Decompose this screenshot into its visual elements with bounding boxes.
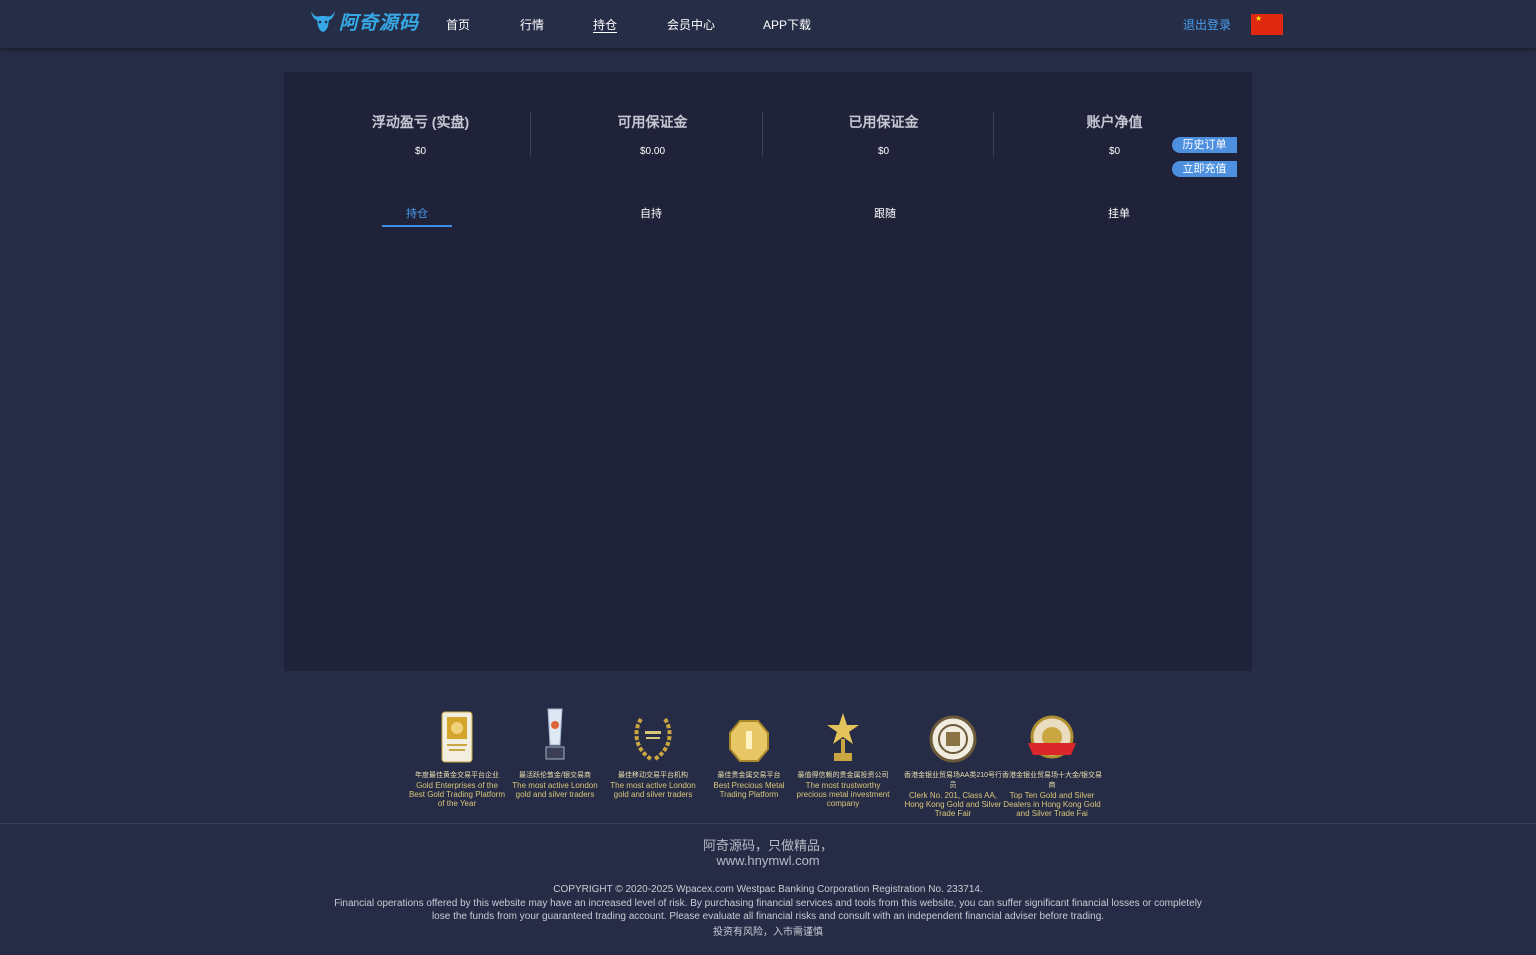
logout-link[interactable]: 退出登录 bbox=[1183, 16, 1231, 33]
award-title-cn: 香港金银业贸易场十大金/银交易商 bbox=[1002, 772, 1102, 789]
award-title-en: Top Ten Gold and Silver Dealers in Hong … bbox=[1003, 791, 1101, 818]
stat-label: 浮动盈亏 (实盘) bbox=[371, 114, 470, 130]
award-item: 最活跃伦敦金/银交易商 The most active London gold … bbox=[505, 705, 605, 799]
stat-value: $0.00 bbox=[639, 146, 666, 157]
footer-disclaimer: Financial operations offered by this web… bbox=[334, 898, 1202, 922]
stat-divider bbox=[993, 112, 994, 157]
star-trophy-icon bbox=[793, 705, 893, 763]
award-title-en: Clerk No. 201, Class AA, Hong Kong Gold … bbox=[904, 791, 1002, 818]
stat-label: 已用保证金 bbox=[848, 114, 919, 130]
red-ribbon-seal-icon bbox=[1002, 705, 1102, 763]
award-title-cn: 最活跃伦敦金/银交易商 bbox=[519, 772, 591, 779]
nav-app-download[interactable]: APP下载 bbox=[763, 16, 811, 33]
footer-slogan: 阿奇源码，只做精品， bbox=[702, 838, 833, 853]
stat-floating-pnl: 浮动盈亏 (实盘) $0 bbox=[305, 112, 536, 158]
tab-follow[interactable]: 跟随 bbox=[825, 205, 945, 221]
stat-divider bbox=[530, 112, 531, 157]
logo[interactable]: 阿奇源码 bbox=[309, 6, 419, 36]
award-title-cn: 最佳移动交易平台机构 bbox=[618, 772, 688, 779]
stat-used-margin: 已用保证金 $0 bbox=[768, 112, 999, 158]
crystal-trophy-icon bbox=[505, 705, 605, 763]
award-title-en: The most trustworthy precious metal inve… bbox=[796, 781, 890, 808]
tab-self-hold[interactable]: 自持 bbox=[591, 205, 711, 221]
awards-section: 年度最佳黄金交易平台企业 Gold Enterprises of the Bes… bbox=[0, 687, 1536, 824]
positions-panel: 浮动盈亏 (实盘) $0 可用保证金 $0.00 已用保证金 $0 账户净值 $… bbox=[284, 72, 1252, 671]
gold-plaque-icon bbox=[407, 705, 507, 763]
china-flag-icon[interactable]: ★ bbox=[1251, 14, 1283, 35]
nav-positions[interactable]: 持仓 bbox=[593, 16, 617, 33]
footer-risk-warning: 投资有风险，入市需谨慎 bbox=[713, 927, 823, 938]
laurel-wreath-icon bbox=[603, 705, 703, 763]
flag-star-icon: ★ bbox=[1255, 14, 1263, 23]
award-title-en: The most active London gold and silver t… bbox=[512, 781, 598, 799]
award-item: 香港金银业贸易场AA类210号行员 Clerk No. 201, Class A… bbox=[903, 705, 1003, 818]
stat-label: 账户净值 bbox=[1086, 114, 1143, 130]
footer-site-url[interactable]: www.hnymwl.com bbox=[0, 853, 1536, 868]
nav-market[interactable]: 行情 bbox=[520, 16, 544, 33]
footer-copyright: COPYRIGHT © 2020-2025 Wpacex.com Westpac… bbox=[553, 884, 983, 895]
award-item: 最值得信赖的贵金属投资公司 The most trustworthy preci… bbox=[793, 705, 893, 808]
bull-icon bbox=[311, 11, 335, 32]
seal-emblem-icon bbox=[903, 705, 1003, 763]
award-title-en: The most active London gold and silver t… bbox=[610, 781, 696, 799]
award-title-cn: 最佳贵金属交易平台 bbox=[717, 772, 781, 779]
award-title-cn: 最值得信赖的贵金属投资公司 bbox=[797, 772, 889, 779]
tab-positions[interactable]: 持仓 bbox=[357, 205, 477, 221]
stat-value: $0 bbox=[877, 146, 890, 157]
gold-medal-icon bbox=[699, 705, 799, 763]
nav-home[interactable]: 首页 bbox=[446, 16, 470, 33]
stat-divider bbox=[762, 112, 763, 157]
award-title-cn: 香港金银业贸易场AA类210号行员 bbox=[903, 772, 1003, 789]
deposit-now-button[interactable]: 立即充值 bbox=[1172, 161, 1237, 177]
award-item: 香港金银业贸易场十大金/银交易商 Top Ten Gold and Silver… bbox=[1002, 705, 1102, 818]
award-item: 年度最佳黄金交易平台企业 Gold Enterprises of the Bes… bbox=[407, 705, 507, 808]
stat-label: 可用保证金 bbox=[617, 114, 688, 130]
award-item: 最佳贵金属交易平台 Best Precious Metal Trading Pl… bbox=[699, 705, 799, 799]
award-title-en: Best Precious Metal Trading Platform bbox=[713, 781, 785, 799]
award-title-en: Gold Enterprises of the Best Gold Tradin… bbox=[408, 781, 506, 808]
active-tab-indicator bbox=[382, 225, 452, 227]
history-orders-button[interactable]: 历史订单 bbox=[1172, 137, 1237, 153]
footer: 阿奇源码，只做精品， www.hnymwl.com COPYRIGHT © 20… bbox=[0, 825, 1536, 955]
nav-member-center[interactable]: 会员中心 bbox=[667, 16, 715, 33]
award-title-cn: 年度最佳黄金交易平台企业 bbox=[415, 772, 499, 779]
stat-value: $0 bbox=[414, 146, 427, 157]
stat-available-margin: 可用保证金 $0.00 bbox=[537, 112, 768, 158]
logo-text: 阿奇源码 bbox=[339, 11, 420, 34]
tab-pending[interactable]: 挂单 bbox=[1059, 205, 1179, 221]
award-item: 最佳移动交易平台机构 The most active London gold a… bbox=[603, 705, 703, 799]
top-navbar: 阿奇源码 首页 行情 持仓 会员中心 APP下载 退出登录 ★ bbox=[0, 0, 1536, 48]
